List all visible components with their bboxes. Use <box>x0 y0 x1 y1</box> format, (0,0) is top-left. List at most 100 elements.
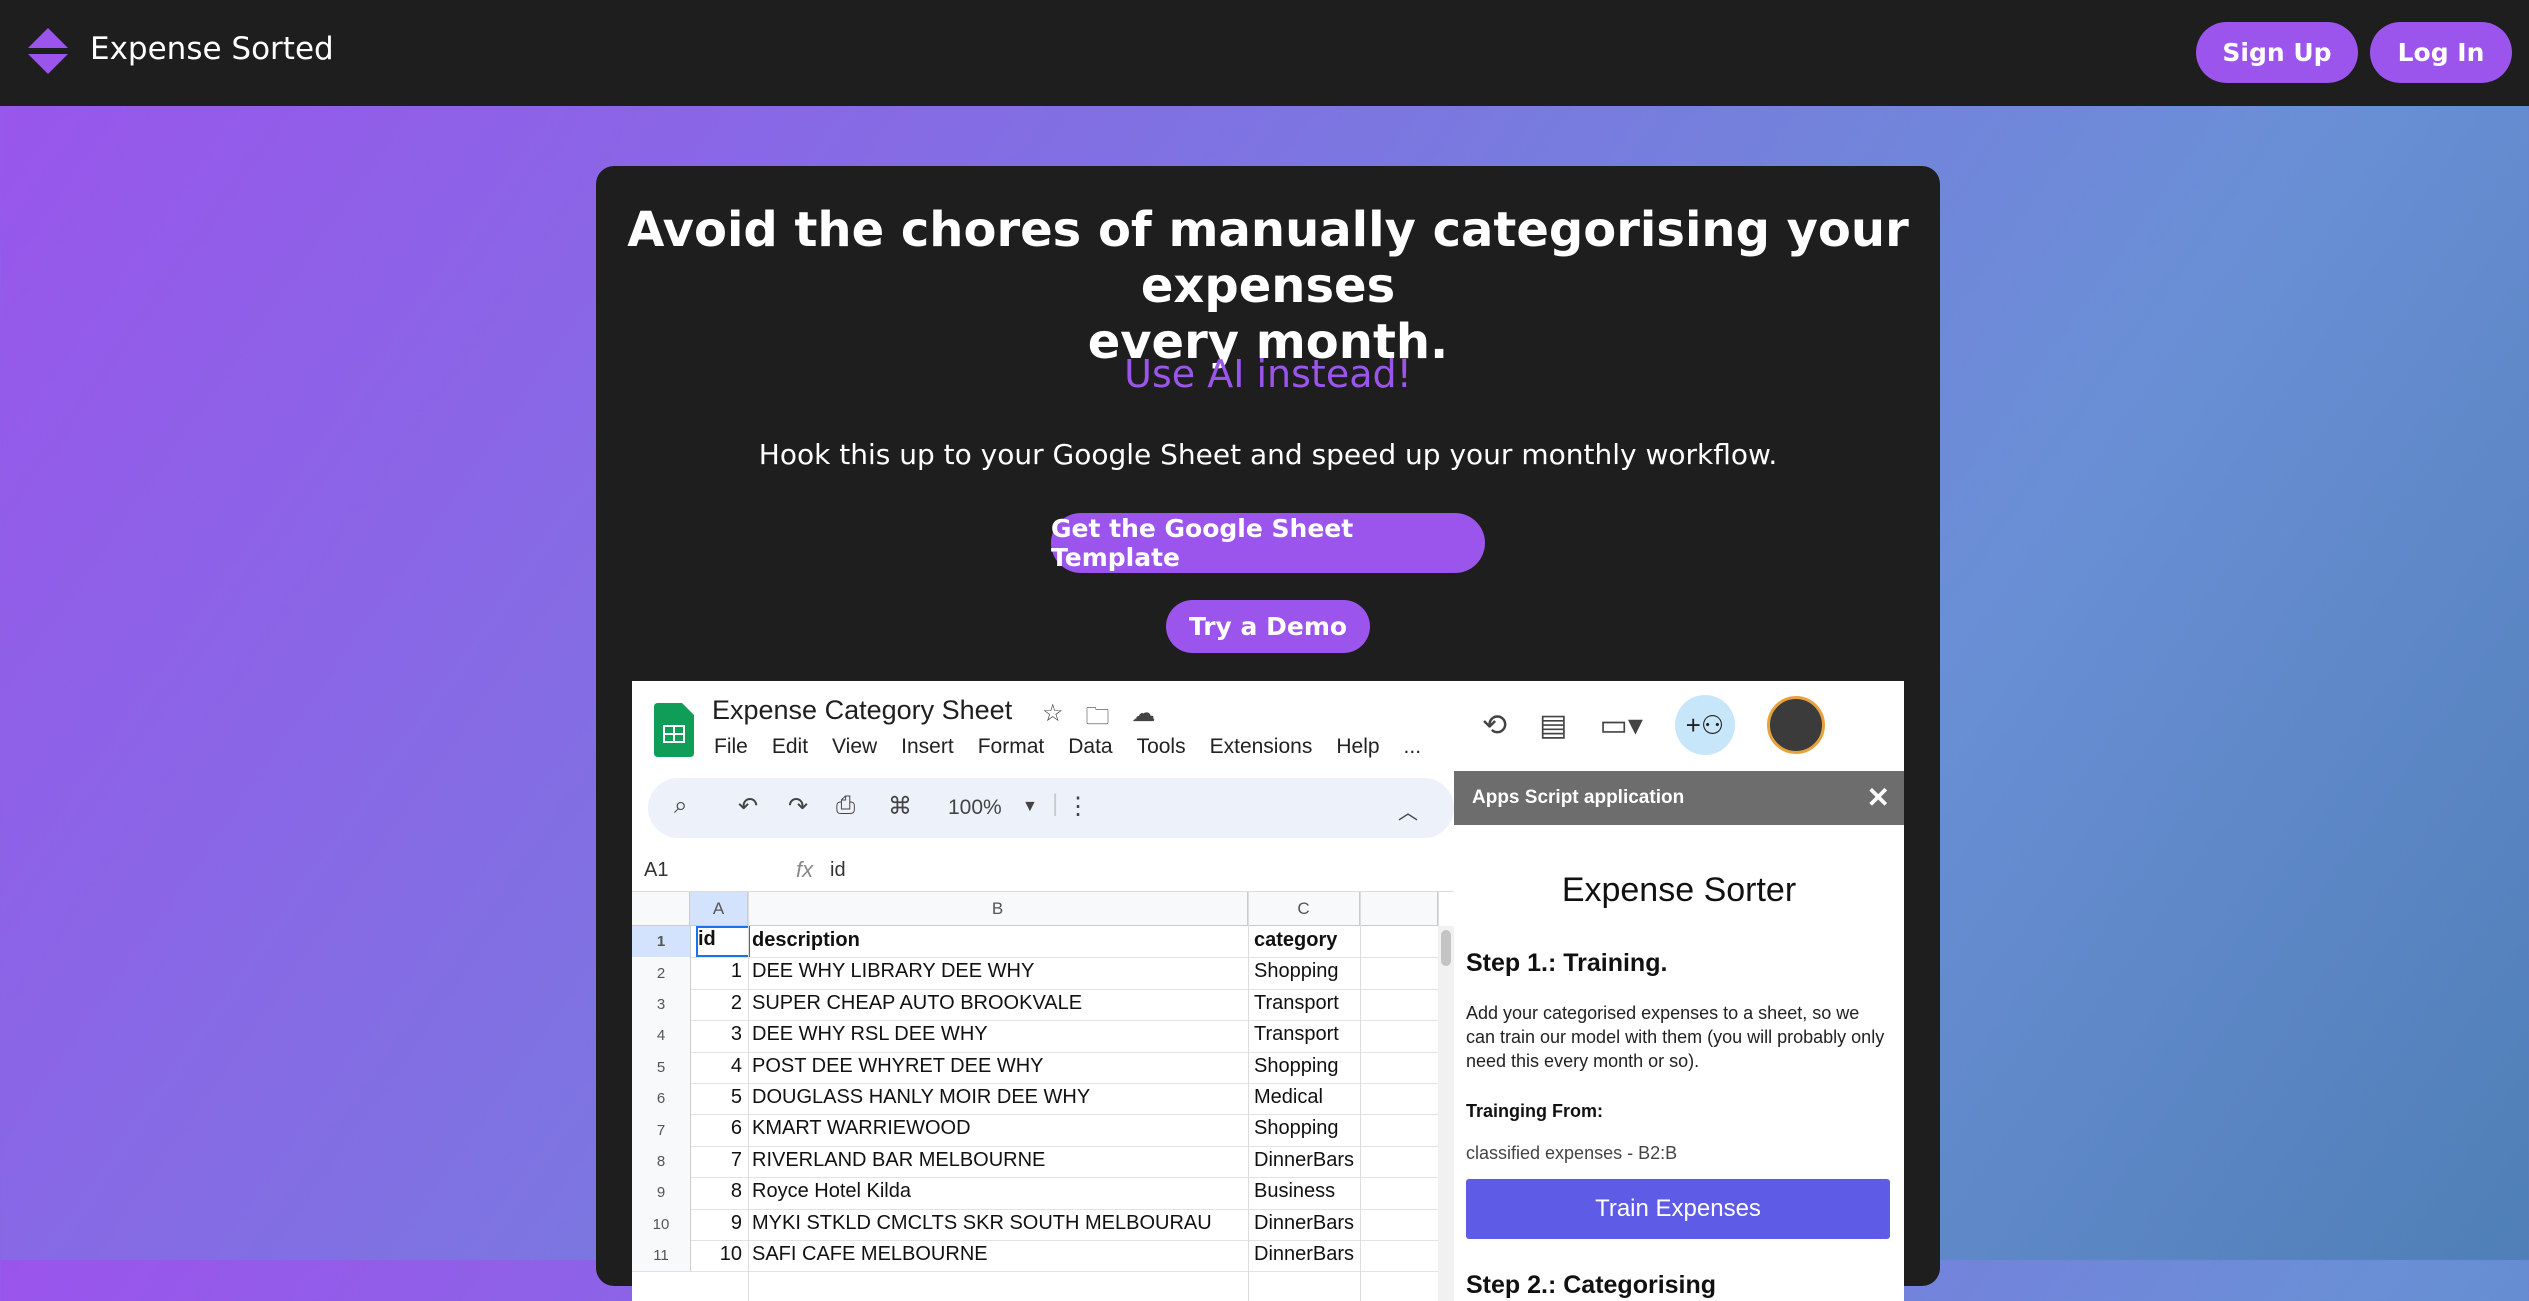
zoom-select[interactable]: 100% <box>948 796 1002 820</box>
menu-edit[interactable]: Edit <box>772 735 808 759</box>
row-number[interactable]: 8 <box>632 1145 691 1178</box>
cell-id[interactable]: 10 <box>692 1243 742 1266</box>
move-folder-icon[interactable]: 🗀 <box>1086 699 1110 740</box>
sign-up-button[interactable]: Sign Up <box>2196 22 2358 83</box>
table-row[interactable]: 2 1 DEE WHY LIBRARY DEE WHY Shopping <box>632 957 1438 990</box>
table-row[interactable]: 6 5 DOUGLASS HANLY MOIR DEE WHY Medical <box>632 1083 1438 1116</box>
row-number[interactable]: 7 <box>632 1114 691 1146</box>
table-row[interactable]: 9 8 Royce Hotel Kilda Business <box>632 1177 1438 1210</box>
row-number[interactable]: 1 <box>632 926 691 958</box>
menu-file[interactable]: File <box>714 735 748 759</box>
meet-icon[interactable]: ▭▾ <box>1600 708 1643 743</box>
cell-category[interactable]: DinnerBars <box>1254 1149 1354 1172</box>
row-number[interactable]: 10 <box>632 1208 691 1240</box>
table-row[interactable]: 7 6 KMART WARRIEWOOD Shopping <box>632 1114 1438 1147</box>
cell-category[interactable]: Shopping <box>1254 960 1339 983</box>
sheet-title[interactable]: Expense Category Sheet <box>712 695 1012 726</box>
cell-category[interactable]: DinnerBars <box>1254 1212 1354 1235</box>
cell-description[interactable]: DOUGLASS HANLY MOIR DEE WHY <box>752 1086 1090 1109</box>
history-icon[interactable]: ⟲ <box>1482 708 1507 743</box>
cell-id[interactable]: 2 <box>692 992 742 1015</box>
comment-icon[interactable]: ▤ <box>1539 708 1567 743</box>
get-template-button[interactable]: Get the Google Sheet Template <box>1051 513 1485 573</box>
log-in-button[interactable]: Log In <box>2370 22 2512 83</box>
col-header-a[interactable]: A <box>690 892 748 926</box>
col-header-d[interactable] <box>1360 892 1438 926</box>
table-row[interactable]: 1 id description category <box>632 926 1438 959</box>
table-row[interactable]: 3 2 SUPER CHEAP AUTO BROOKVALE Transport <box>632 988 1438 1022</box>
cell-description[interactable]: DEE WHY RSL DEE WHY <box>752 1023 988 1046</box>
cell-description[interactable]: MYKI STKLD CMCLTS SKR SOUTH MELBOURAU <box>752 1212 1212 1235</box>
cell-description[interactable]: SAFI CAFE MELBOURNE <box>752 1243 988 1266</box>
cell-category[interactable]: Transport <box>1254 992 1339 1015</box>
row-number[interactable]: 2 <box>632 957 691 989</box>
cell-category[interactable]: Shopping <box>1254 1055 1339 1078</box>
cell-description[interactable]: POST DEE WHYRET DEE WHY <box>752 1055 1044 1078</box>
cell-id[interactable]: 8 <box>692 1180 742 1203</box>
collapse-chevron-icon[interactable]: ︿ <box>1398 796 1418 825</box>
row-number[interactable]: 11 <box>632 1240 691 1272</box>
table-row[interactable]: 10 9 MYKI STKLD CMCLTS SKR SOUTH MELBOUR… <box>632 1208 1438 1241</box>
table-row[interactable]: 5 4 POST DEE WHYRET DEE WHY Shopping <box>632 1051 1438 1084</box>
more-vert-icon[interactable]: ⋮ <box>1066 792 1090 821</box>
row-number[interactable]: 5 <box>632 1051 691 1083</box>
try-demo-button[interactable]: Try a Demo <box>1166 600 1370 653</box>
scrollbar[interactable] <box>1438 926 1454 1301</box>
star-icon[interactable]: ☆ <box>1042 699 1064 740</box>
row-number[interactable]: 4 <box>632 1020 691 1052</box>
name-box[interactable]: A1 <box>644 859 668 882</box>
close-icon[interactable]: ✕ <box>1867 781 1890 814</box>
col-header-c[interactable]: C <box>1248 892 1360 926</box>
cell-description[interactable]: description <box>752 929 860 952</box>
cloud-icon[interactable]: ☁ <box>1132 699 1156 740</box>
cell-category[interactable]: category <box>1254 929 1337 952</box>
train-expenses-button[interactable]: Train Expenses <box>1466 1179 1890 1239</box>
zoom-chevron-icon[interactable]: ▼ <box>1022 798 1038 816</box>
formula-input[interactable]: id <box>830 859 846 882</box>
col-header-b[interactable]: B <box>748 892 1248 926</box>
menu-extensions[interactable]: Extensions <box>1210 735 1313 759</box>
paint-format-icon[interactable]: ⌘ <box>888 792 912 821</box>
cell-category[interactable]: Shopping <box>1254 1117 1339 1140</box>
row-number[interactable]: 9 <box>632 1177 691 1209</box>
share-icon[interactable]: +⚇ <box>1674 695 1735 755</box>
brand-name[interactable]: Expense Sorted <box>90 28 334 70</box>
menu-more[interactable]: ... <box>1404 735 1422 759</box>
menu-view[interactable]: View <box>832 735 877 759</box>
cell-description[interactable]: DEE WHY LIBRARY DEE WHY <box>752 960 1034 983</box>
table-row[interactable]: 11 10 SAFI CAFE MELBOURNE DinnerBars <box>632 1240 1438 1273</box>
row-number[interactable]: 6 <box>632 1083 691 1115</box>
redo-icon[interactable]: ↷ <box>788 792 808 821</box>
avatar[interactable] <box>1766 696 1825 754</box>
cell-id[interactable]: 5 <box>692 1086 742 1109</box>
cell-description[interactable]: RIVERLAND BAR MELBOURNE <box>752 1149 1045 1172</box>
cell-category[interactable]: DinnerBars <box>1254 1243 1354 1266</box>
print-icon[interactable]: ⎙ <box>836 792 855 820</box>
undo-icon[interactable]: ↶ <box>738 792 758 821</box>
cell-description[interactable]: KMART WARRIEWOOD <box>752 1117 971 1140</box>
cell-id[interactable]: 3 <box>692 1023 742 1046</box>
table-row[interactable]: 8 7 RIVERLAND BAR MELBOURNE DinnerBars <box>632 1145 1438 1179</box>
cell-category[interactable]: Transport <box>1254 1023 1339 1046</box>
cell-id[interactable]: 4 <box>692 1055 742 1078</box>
cell-description[interactable]: SUPER CHEAP AUTO BROOKVALE <box>752 992 1082 1015</box>
logo-icon[interactable] <box>26 26 70 76</box>
search-icon[interactable]: ⌕ <box>674 792 687 820</box>
cell-id[interactable]: 7 <box>692 1149 742 1172</box>
cell-id[interactable]: 1 <box>692 960 742 983</box>
cell-category[interactable]: Business <box>1254 1180 1335 1203</box>
menu-data[interactable]: Data <box>1068 735 1112 759</box>
grid-corner[interactable] <box>632 892 690 926</box>
cell-id[interactable]: id <box>696 926 750 957</box>
menu-insert[interactable]: Insert <box>901 735 954 759</box>
cell-id[interactable]: 6 <box>692 1117 742 1140</box>
menu-format[interactable]: Format <box>978 735 1045 759</box>
table-row[interactable]: 4 3 DEE WHY RSL DEE WHY Transport <box>632 1020 1438 1053</box>
row-number[interactable]: 3 <box>632 988 691 1021</box>
cell-category[interactable]: Medical <box>1254 1086 1323 1109</box>
menu-tools[interactable]: Tools <box>1137 735 1186 759</box>
cell-id[interactable]: 9 <box>692 1212 742 1235</box>
cell-description[interactable]: Royce Hotel Kilda <box>752 1180 911 1203</box>
scrollbar-thumb[interactable] <box>1441 930 1451 966</box>
menu-help[interactable]: Help <box>1336 735 1379 759</box>
